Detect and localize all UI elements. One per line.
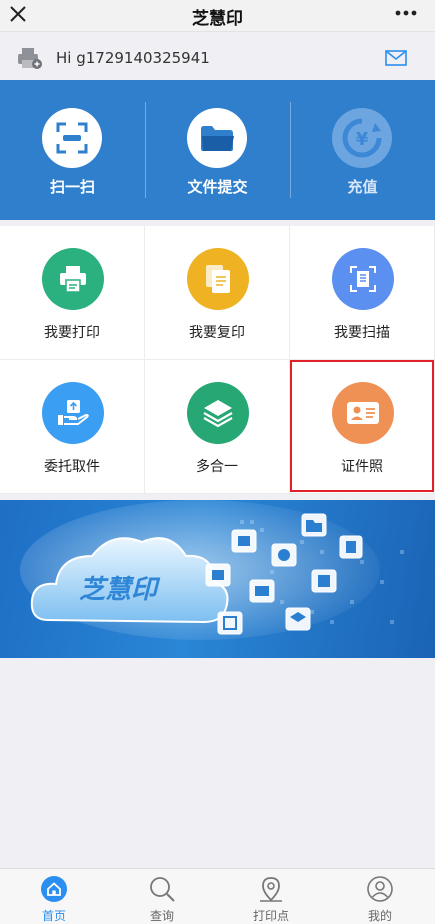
bottom-tab-bar: 首页 查询 打印点 我的 <box>0 868 435 924</box>
tab-mine[interactable]: 我的 <box>326 869 434 924</box>
print-service[interactable]: 我要打印 <box>0 226 145 360</box>
copy-service[interactable]: 我要复印 <box>145 226 290 360</box>
promo-banner[interactable]: 芝慧印 <box>0 500 435 658</box>
more-icon[interactable] <box>391 2 421 24</box>
folder-icon <box>187 108 247 168</box>
promo-illustration: 芝慧印 <box>20 500 404 640</box>
greeting-bar: Hi g1729140325941 <box>0 38 435 78</box>
file-submit-button[interactable]: 文件提交 <box>145 80 290 220</box>
scan-label: 扫一扫 <box>49 178 95 196</box>
file-submit-label: 文件提交 <box>187 178 248 196</box>
recharge-label: 充值 <box>347 178 378 196</box>
mail-icon[interactable] <box>385 49 407 67</box>
delegate-pickup-service[interactable]: 委托取件 <box>0 360 145 494</box>
printer-avatar-icon <box>16 46 42 74</box>
svg-text:¥: ¥ <box>356 129 369 150</box>
tab-home[interactable]: 首页 <box>0 869 108 924</box>
top-bar: 芝慧印 <box>0 0 435 32</box>
scan-service[interactable]: 我要扫描 <box>290 226 435 360</box>
search-icon <box>148 875 176 903</box>
scan-button[interactable]: 扫一扫 <box>0 80 145 220</box>
tab-home-label: 首页 <box>41 909 66 923</box>
promo-logo-text: 芝慧印 <box>79 575 161 605</box>
all-in-one-service[interactable]: 多合一 <box>145 360 290 494</box>
selection-highlight <box>290 360 434 492</box>
copy-label: 我要复印 <box>189 325 245 341</box>
recharge-button[interactable]: ¥ 充值 <box>290 80 435 220</box>
delegate-pickup-label: 委托取件 <box>44 459 100 475</box>
page-title: 芝慧印 <box>192 9 243 29</box>
print-label: 我要打印 <box>44 325 100 341</box>
layers-icon <box>187 382 249 444</box>
copy-icon <box>187 248 249 310</box>
tab-search-label: 查询 <box>149 909 174 923</box>
hand-package-icon <box>42 382 104 444</box>
scan-label: 我要扫描 <box>334 325 390 341</box>
quick-action-banner: 扫一扫 文件提交 ¥ 充值 <box>0 80 435 220</box>
yuan-refresh-icon: ¥ <box>332 108 392 168</box>
tab-print-points-label: 打印点 <box>252 909 289 923</box>
tab-print-points[interactable]: 打印点 <box>217 869 325 924</box>
scan-document-icon <box>332 248 394 310</box>
user-icon <box>366 875 394 903</box>
printer-icon <box>42 248 104 310</box>
greeting-text: Hi g1729140325941 <box>56 49 210 67</box>
scan-icon <box>42 108 102 168</box>
home-icon <box>40 875 68 903</box>
tab-mine-label: 我的 <box>367 909 392 923</box>
location-icon <box>257 875 285 903</box>
tab-search[interactable]: 查询 <box>108 869 216 924</box>
all-in-one-label: 多合一 <box>196 459 238 475</box>
